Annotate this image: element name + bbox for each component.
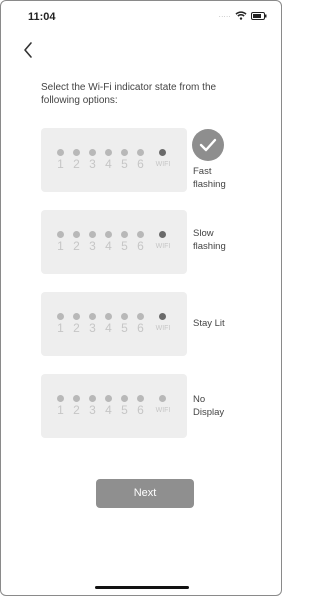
- led-label-wifi: WIFI: [155, 161, 171, 168]
- led-3: [89, 149, 96, 156]
- chevron-left-icon: [24, 42, 32, 58]
- led-1: [57, 231, 64, 238]
- led-label-wifi: WIFI: [155, 325, 171, 332]
- led-label: 2: [73, 157, 80, 171]
- led-6: [137, 395, 144, 402]
- option-label: Stay Lit: [193, 318, 225, 329]
- led-label: 2: [73, 321, 80, 335]
- wifi-icon: [235, 11, 247, 20]
- option-label: Slow flashing: [193, 228, 226, 252]
- indicator-card: 1 2 3 4 5 6 WIFI: [41, 128, 187, 192]
- option-slow-flashing[interactable]: 1 2 3 4 5 6 WIFI Slow flashing: [41, 210, 261, 274]
- led-label: 5: [121, 403, 128, 417]
- led-5: [121, 395, 128, 402]
- led-label: 1: [57, 157, 64, 171]
- led-label: 5: [121, 157, 128, 171]
- led-label: 1: [57, 403, 64, 417]
- option-label: Fast flashing: [193, 166, 226, 190]
- battery-icon: [251, 11, 267, 20]
- led-label: 6: [137, 157, 144, 171]
- led-label: 3: [89, 403, 96, 417]
- led-label: 4: [105, 157, 112, 171]
- led-label: 5: [121, 239, 128, 253]
- led-2: [73, 313, 80, 320]
- led-label: 2: [73, 239, 80, 253]
- led-label: 3: [89, 321, 96, 335]
- led-wifi: [159, 313, 166, 320]
- led-5: [121, 313, 128, 320]
- led-label: 6: [137, 403, 144, 417]
- led-5: [121, 149, 128, 156]
- led-4: [105, 231, 112, 238]
- led-wifi: [159, 149, 166, 156]
- led-label: 6: [137, 321, 144, 335]
- led-label-wifi: WIFI: [155, 407, 171, 414]
- signal-icon: .....: [218, 12, 231, 19]
- led-3: [89, 395, 96, 402]
- led-3: [89, 313, 96, 320]
- option-no-display[interactable]: 1 2 3 4 5 6 WIFI No Display: [41, 374, 261, 438]
- led-label: 4: [105, 239, 112, 253]
- led-label-wifi: WIFI: [155, 243, 171, 250]
- led-label: 4: [105, 321, 112, 335]
- option-label: No Display: [193, 394, 225, 418]
- led-label: 3: [89, 239, 96, 253]
- led-label: 4: [105, 403, 112, 417]
- led-4: [105, 313, 112, 320]
- led-1: [57, 149, 64, 156]
- led-1: [57, 313, 64, 320]
- led-6: [137, 313, 144, 320]
- led-wifi: [159, 395, 166, 402]
- status-bar: 11:04 .....: [1, 1, 281, 31]
- home-indicator[interactable]: [95, 586, 189, 589]
- indicator-card: 1 2 3 4 5 6 WIFI: [41, 210, 187, 274]
- led-2: [73, 395, 80, 402]
- option-fast-flashing[interactable]: 1 2 3 4 5 6 WIFI Fast flashing: [41, 128, 261, 192]
- next-button[interactable]: Next: [96, 479, 194, 508]
- phone-screen: 11:04 ..... Select the Wi-Fi indicator s…: [0, 0, 282, 596]
- indicator-card: 1 2 3 4 5 6 WIFI: [41, 292, 187, 356]
- back-button[interactable]: [19, 39, 37, 61]
- led-5: [121, 231, 128, 238]
- selected-check-icon: [192, 129, 224, 161]
- led-2: [73, 231, 80, 238]
- led-label: 1: [57, 239, 64, 253]
- led-label: 2: [73, 403, 80, 417]
- led-label: 6: [137, 239, 144, 253]
- led-label: 1: [57, 321, 64, 335]
- led-3: [89, 231, 96, 238]
- led-wifi: [159, 231, 166, 238]
- status-icons: .....: [219, 11, 267, 20]
- option-stay-lit[interactable]: 1 2 3 4 5 6 WIFI Stay Lit: [41, 292, 261, 356]
- led-1: [57, 395, 64, 402]
- led-6: [137, 231, 144, 238]
- led-label: 5: [121, 321, 128, 335]
- led-label: 3: [89, 157, 96, 171]
- led-4: [105, 395, 112, 402]
- led-6: [137, 149, 144, 156]
- instruction-text: Select the Wi-Fi indicator state from th…: [41, 82, 217, 106]
- indicator-card: 1 2 3 4 5 6 WIFI: [41, 374, 187, 438]
- led-4: [105, 149, 112, 156]
- led-2: [73, 149, 80, 156]
- status-time: 11:04: [28, 11, 56, 23]
